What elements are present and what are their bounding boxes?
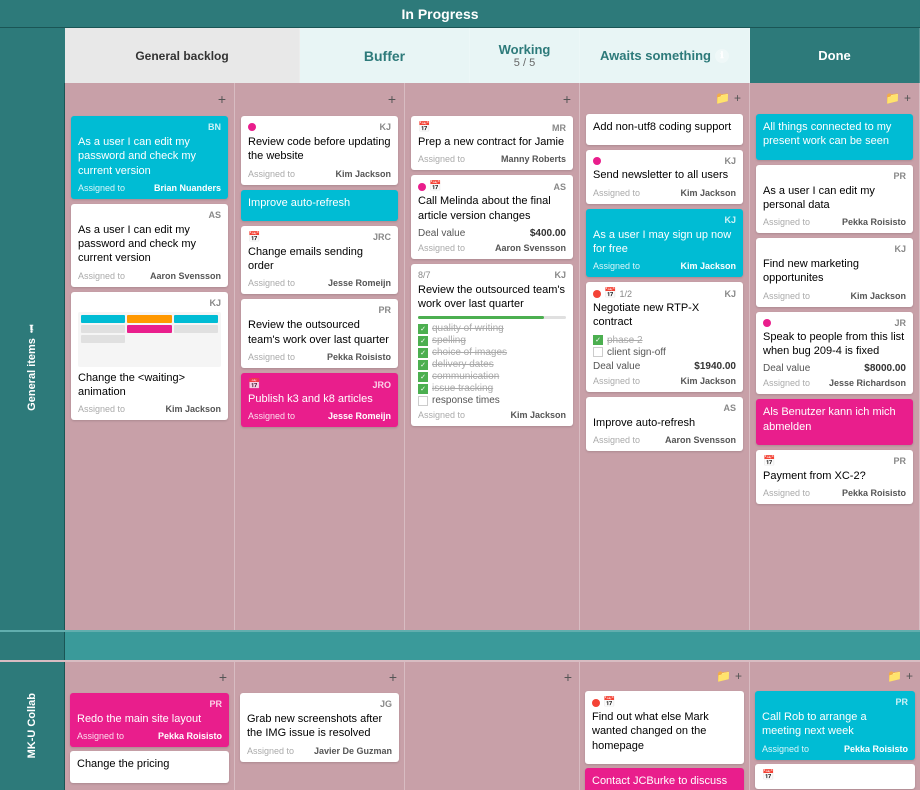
check-done-icon: ✓ bbox=[418, 324, 428, 334]
bottom-buffer-col: + JG Grab new screenshots after the IMG … bbox=[235, 662, 405, 790]
bottom-card-buffer-1[interactable]: JG Grab new screenshots after the IMG is… bbox=[240, 693, 399, 762]
card-general-1[interactable]: BN As a user I can edit my password and … bbox=[71, 116, 228, 199]
done-col-header: Done bbox=[750, 28, 920, 83]
card-working-1[interactable]: 📅 MR Prep a new contract for Jamie Assig… bbox=[411, 116, 573, 170]
card-done-2[interactable]: PR As a user I can edit my personal data… bbox=[756, 165, 913, 234]
bottom-awaits-add[interactable]: 📁 + bbox=[585, 667, 744, 687]
calendar-icon-w2: 📅 bbox=[429, 181, 441, 192]
bottom-card-done-1[interactable]: PR Call Rob to arrange a meeting next we… bbox=[755, 691, 915, 760]
awaits-header-space bbox=[580, 0, 750, 27]
folder-icon: 📁 bbox=[715, 91, 730, 105]
in-progress-header: In Progress bbox=[300, 0, 580, 27]
bottom-card-general-1[interactable]: PR Redo the main site layout Assigned to… bbox=[70, 693, 229, 747]
awaits-column: 📁 + Add non-utf8 coding support KJ Send … bbox=[580, 83, 750, 630]
card-done-3[interactable]: KJ Find new marketing opportunites Assig… bbox=[756, 238, 913, 307]
dot-awaits-2 bbox=[593, 157, 601, 165]
bottom-card-awaits-1[interactable]: 📅 Find out what else Mark wanted changed… bbox=[585, 691, 744, 764]
general-backlog-col-header: General backlog bbox=[65, 28, 300, 83]
general-backlog-column: + BN As a user I can edit my password an… bbox=[65, 83, 235, 630]
dot-red-bottom bbox=[592, 699, 600, 707]
dot-done-4 bbox=[763, 319, 771, 327]
card-done-4[interactable]: JR Speak to people from this list when b… bbox=[756, 312, 913, 395]
working-column: + 📅 MR Prep a new contract for Jamie Ass… bbox=[405, 83, 580, 630]
awaits-add-button[interactable]: 📁 + bbox=[586, 89, 743, 109]
bottom-working-add[interactable]: + bbox=[410, 667, 574, 689]
main-area: General items ℹ + BN As a user I can edi… bbox=[0, 83, 920, 630]
header-row1: In Progress bbox=[0, 0, 920, 28]
bottom-done-add[interactable]: 📁 + bbox=[755, 667, 915, 687]
card-awaits-5[interactable]: AS Improve auto-refresh Assigned to Aaro… bbox=[586, 397, 743, 451]
card-awaits-2[interactable]: KJ Send newsletter to all users Assigned… bbox=[586, 150, 743, 203]
bottom-general-add[interactable]: + bbox=[70, 667, 229, 689]
card-awaits-4[interactable]: 📅 1/2 KJ Negotiate new RTP-X contract ✓ … bbox=[586, 282, 743, 392]
sidebar-header2 bbox=[0, 28, 65, 83]
card-buffer-2[interactable]: Improve auto-refresh bbox=[241, 190, 398, 221]
done-add-button[interactable]: 📁 + bbox=[756, 89, 913, 109]
general-add-button[interactable]: + bbox=[71, 89, 228, 111]
mini-kanban bbox=[78, 312, 221, 367]
bottom-done-col: 📁 + PR Call Rob to arrange a meeting nex… bbox=[750, 662, 920, 790]
dot-red-a4 bbox=[593, 290, 601, 298]
card-done-5[interactable]: Als Benutzer kann ich mich abmelden bbox=[756, 399, 913, 445]
card-done-6[interactable]: 📅 PR Payment from XC-2? Assigned to Pekk… bbox=[756, 450, 913, 504]
calendar-icon-2: 📅 bbox=[248, 379, 260, 390]
bottom-card-general-2[interactable]: Change the pricing bbox=[70, 751, 229, 782]
buffer-column: + KJ Review code before updating the web… bbox=[235, 83, 405, 630]
buffer-add-button[interactable]: + bbox=[241, 89, 398, 111]
bottom-buffer-add[interactable]: + bbox=[240, 667, 399, 689]
card-awaits-1[interactable]: Add non-utf8 coding support bbox=[586, 114, 743, 145]
sidebar-header-empty bbox=[0, 0, 65, 27]
done-header-space bbox=[750, 0, 920, 27]
card-buffer-1[interactable]: KJ Review code before updating the websi… bbox=[241, 116, 398, 185]
board: In Progress General backlog Buffer Worki… bbox=[0, 0, 920, 790]
card-buffer-5[interactable]: 📅 JRO Publish k3 and k8 articles Assigne… bbox=[241, 373, 398, 427]
card-general-3[interactable]: KJ bbox=[71, 292, 228, 421]
checklist-item: ✓ quality of writing bbox=[418, 323, 566, 334]
dot-pink-icon bbox=[248, 123, 256, 131]
card-buffer-4[interactable]: PR Review the outsourced team's work ove… bbox=[241, 299, 398, 368]
working-add-button[interactable]: + bbox=[411, 89, 573, 111]
header-row2: General backlog Buffer Working 5 / 5 Awa… bbox=[0, 28, 920, 83]
columns-area: + BN As a user I can edit my password an… bbox=[65, 83, 920, 630]
card-working-2[interactable]: 📅 AS Call Melinda about the final articl… bbox=[411, 175, 573, 259]
bottom-working-col: + bbox=[405, 662, 580, 790]
card-done-1[interactable]: All things connected to my present work … bbox=[756, 114, 913, 160]
bottom-area: MK-U Collab + PR Redo the main site layo… bbox=[0, 660, 920, 790]
bottom-general-col: + PR Redo the main site layout Assigned … bbox=[65, 662, 235, 790]
sidebar-general-items: General items ℹ bbox=[0, 83, 65, 630]
awaits-info-icon[interactable]: ℹ bbox=[715, 49, 729, 63]
buffer-col-header: Buffer bbox=[300, 28, 470, 83]
awaits-col-header: Awaits something ℹ bbox=[580, 28, 750, 83]
card-buffer-3[interactable]: 📅 JRC Change emails sending order Assign… bbox=[241, 226, 398, 295]
general-backlog-header-space bbox=[65, 0, 300, 27]
mku-collab-label: MK-U Collab bbox=[26, 693, 38, 758]
dot-pink-w2 bbox=[418, 183, 426, 191]
calendar-icon: 📅 bbox=[248, 232, 260, 243]
bottom-awaits-col: 📁 + 📅 Find out what else Mark wanted cha… bbox=[580, 662, 750, 790]
done-column: 📁 + All things connected to my present w… bbox=[750, 83, 920, 630]
card-general-2[interactable]: AS As a user I can edit my password and … bbox=[71, 204, 228, 287]
working-col-header: Working 5 / 5 bbox=[470, 28, 580, 83]
calendar-done-6: 📅 bbox=[763, 456, 775, 467]
folder-done-icon: 📁 bbox=[885, 91, 900, 105]
bottom-card-done-2[interactable]: 📅 bbox=[755, 764, 915, 789]
calendar-icon-w1: 📅 bbox=[418, 122, 430, 133]
card-working-3[interactable]: 8/7 KJ Review the outsourced team's work… bbox=[411, 264, 573, 427]
card-awaits-3[interactable]: KJ As a user I may sign up now for free … bbox=[586, 209, 743, 278]
bottom-card-awaits-2[interactable]: Contact JCBurke to discuss bbox=[585, 768, 744, 790]
